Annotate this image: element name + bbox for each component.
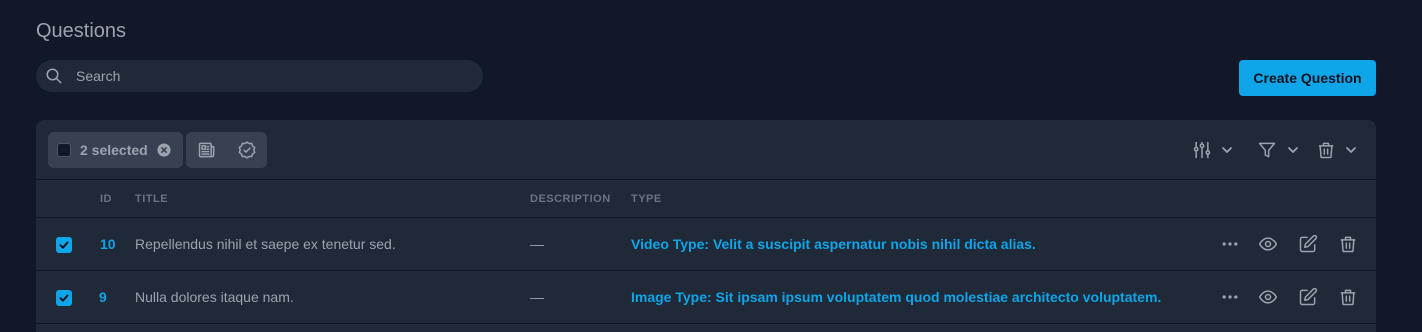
select-all-checkbox[interactable]: [57, 143, 71, 157]
column-header-id[interactable]: ID: [100, 193, 112, 205]
row-type-link[interactable]: Image Type: Sit ipsam ipsum voluptatem q…: [631, 289, 1161, 305]
trash-icon[interactable]: [1338, 287, 1358, 307]
clear-selection-icon[interactable]: [157, 143, 171, 157]
edit-icon[interactable]: [1298, 234, 1318, 254]
row-type-link[interactable]: Video Type: Velit a suscipit aspernatur …: [631, 236, 1036, 252]
column-header-title[interactable]: TITLE: [135, 193, 168, 205]
badge-check-icon[interactable]: [237, 140, 257, 160]
newspaper-icon[interactable]: [197, 140, 217, 160]
bulk-actions-group: [186, 132, 267, 168]
chevron-down-icon[interactable]: [1221, 144, 1233, 156]
eye-icon[interactable]: [1258, 287, 1278, 307]
row-title: Nulla dolores itaque nam.: [135, 289, 294, 305]
row-checkbox[interactable]: [56, 237, 72, 253]
eye-icon[interactable]: [1258, 234, 1278, 254]
check-icon: [59, 241, 69, 249]
table-header: ID TITLE DESCRIPTION TYPE: [36, 181, 1376, 218]
page-title: Questions: [36, 20, 127, 42]
search-input[interactable]: [76, 60, 476, 92]
row-description: —: [530, 289, 544, 305]
row-title: Repellendus nihil et saepe ex tenetur se…: [135, 236, 396, 252]
check-icon: [59, 294, 69, 302]
questions-table-card: 2 selected ID TITLE DESCRIPTION TYPE 10 …: [36, 120, 1376, 332]
column-header-type[interactable]: TYPE: [631, 193, 662, 205]
row-description: —: [530, 236, 544, 252]
more-icon[interactable]: [1220, 234, 1240, 254]
search-bar: [36, 60, 483, 92]
more-icon[interactable]: [1220, 287, 1240, 307]
table-row[interactable]: 9 Nulla dolores itaque nam. — Image Type…: [36, 271, 1376, 324]
row-checkbox[interactable]: [56, 290, 72, 306]
search-icon: [46, 68, 62, 84]
filter-icon[interactable]: [1257, 140, 1277, 160]
row-id[interactable]: 9: [99, 289, 107, 305]
create-question-button[interactable]: Create Question: [1239, 60, 1376, 96]
row-id[interactable]: 10: [100, 236, 116, 252]
table-row[interactable]: 10 Repellendus nihil et saepe ex tenetur…: [36, 218, 1376, 271]
trash-icon[interactable]: [1338, 234, 1358, 254]
chevron-down-icon[interactable]: [1345, 144, 1357, 156]
adjustments-icon[interactable]: [1192, 140, 1212, 160]
chevron-down-icon[interactable]: [1287, 144, 1299, 156]
selected-count: 2 selected: [80, 142, 148, 158]
trash-icon[interactable]: [1316, 140, 1336, 160]
edit-icon[interactable]: [1298, 287, 1318, 307]
table-toolbar: 2 selected: [36, 120, 1376, 180]
selection-group: 2 selected: [48, 132, 183, 168]
column-header-description[interactable]: DESCRIPTION: [530, 193, 611, 205]
